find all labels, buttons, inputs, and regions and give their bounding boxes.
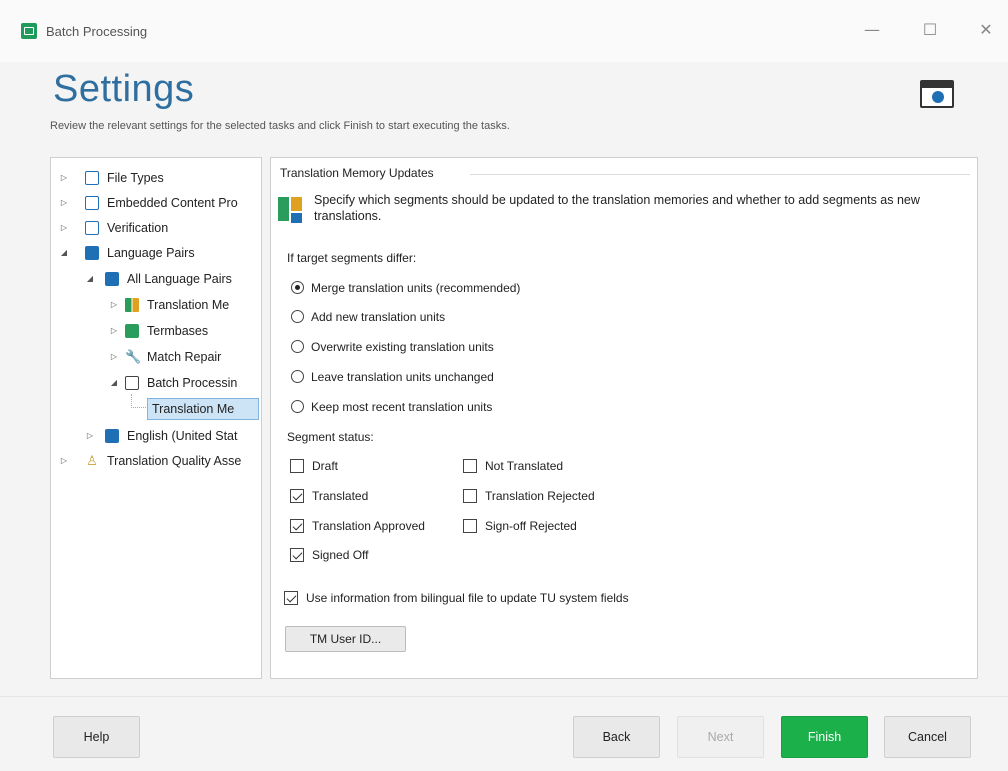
checkbox-draft[interactable]: Draft (290, 457, 338, 475)
expand-arrow-icon[interactable]: ▷ (59, 450, 69, 472)
group-title: Translation Memory Updates (280, 166, 434, 180)
maximize-button[interactable]: ☐ (914, 18, 946, 42)
group-divider (470, 174, 970, 175)
help-button[interactable]: Help (53, 716, 140, 758)
checkbox-not-translated[interactable]: Not Translated (463, 457, 563, 475)
expand-arrow-icon[interactable]: ▷ (109, 320, 119, 342)
checkbox-sign-off-rejected[interactable]: Sign-off Rejected (463, 517, 577, 535)
checkbox-translation-approved[interactable]: Translation Approved (290, 517, 425, 535)
app-logo-icon (21, 23, 37, 39)
language-pairs-icon (85, 246, 99, 260)
expand-arrow-icon[interactable]: ▷ (59, 192, 69, 214)
checkbox-icon[interactable] (290, 489, 304, 503)
person-icon: ♙ (86, 453, 98, 468)
translation-memory-icon (125, 298, 139, 312)
document-settings-icon (85, 196, 99, 210)
checkbox-translation-rejected[interactable]: Translation Rejected (463, 487, 595, 505)
checkbox-use-bilingual-info[interactable]: Use information from bilingual file to u… (284, 589, 629, 607)
cancel-button[interactable]: Cancel (884, 716, 971, 758)
radio-button-icon[interactable] (291, 310, 304, 323)
page-title: Settings (53, 68, 195, 110)
minimize-button[interactable]: — (856, 18, 888, 42)
expand-arrow-icon[interactable]: ▷ (109, 294, 119, 316)
checkbox-icon[interactable] (290, 548, 304, 562)
expand-arrow-icon[interactable]: ▷ (59, 217, 69, 239)
finish-button[interactable]: Finish (781, 716, 868, 758)
radio-button-icon[interactable] (291, 400, 304, 413)
window-title: Batch Processing (46, 24, 148, 39)
title-bar: Batch Processing — ☐ ✕ (0, 0, 1008, 62)
checkbox-icon[interactable] (463, 459, 477, 473)
settings-window-icon (920, 80, 954, 108)
checkbox-icon[interactable] (290, 459, 304, 473)
language-pairs-icon (105, 429, 119, 443)
segment-status-label: Segment status: (287, 430, 374, 444)
back-button[interactable]: Back (573, 716, 660, 758)
expand-arrow-icon[interactable]: ▷ (59, 167, 69, 189)
checkbox-icon[interactable] (290, 519, 304, 533)
expand-arrow-icon[interactable]: ▷ (109, 346, 119, 368)
checkbox-icon[interactable] (463, 489, 477, 503)
radio-merge[interactable]: Merge translation units (recommended) (291, 279, 520, 297)
document-settings-icon (85, 171, 99, 185)
radio-overwrite[interactable]: Overwrite existing translation units (291, 338, 494, 356)
panel-description: Specify which segments should be updated… (314, 193, 920, 223)
language-pairs-icon (105, 272, 119, 286)
expand-arrow-icon[interactable]: ▷ (85, 425, 95, 447)
footer-divider (0, 696, 1008, 697)
checkbox-icon[interactable] (463, 519, 477, 533)
batch-processing-icon (125, 376, 139, 390)
radio-add-new[interactable]: Add new translation units (291, 308, 445, 326)
next-button[interactable]: Next (677, 716, 764, 758)
settings-tree: ▷ File Types ▷ Embedded Content Pro ▷ Ve… (50, 157, 262, 679)
radio-keep-most-recent[interactable]: Keep most recent translation units (291, 398, 492, 416)
collapse-arrow-icon[interactable]: ◢ (59, 242, 69, 264)
tm-user-id-button[interactable]: TM User ID... (285, 626, 406, 652)
batch-processing-window: Batch Processing — ☐ ✕ Settings Review t… (0, 0, 1008, 771)
checkbox-translated[interactable]: Translated (290, 487, 368, 505)
radio-button-icon[interactable] (291, 281, 304, 294)
termbase-icon (125, 324, 139, 338)
tree-item-translation-memory-updates[interactable]: Translation Me (147, 398, 259, 420)
verification-icon (85, 221, 99, 235)
wrench-icon: 🔧 (125, 349, 142, 364)
collapse-arrow-icon[interactable]: ◢ (109, 372, 119, 394)
translation-memory-updates-icon (278, 195, 304, 227)
radio-button-icon[interactable] (291, 340, 304, 353)
target-differ-label: If target segments differ: (287, 251, 417, 265)
close-button[interactable]: ✕ (970, 18, 1002, 42)
radio-leave-unchanged[interactable]: Leave translation units unchanged (291, 368, 494, 386)
page-subtitle: Review the relevant settings for the sel… (50, 120, 510, 132)
tree-connector (131, 394, 146, 408)
collapse-arrow-icon[interactable]: ◢ (85, 268, 95, 290)
checkbox-icon[interactable] (284, 591, 298, 605)
radio-button-icon[interactable] (291, 370, 304, 383)
checkbox-signed-off[interactable]: Signed Off (290, 546, 368, 564)
